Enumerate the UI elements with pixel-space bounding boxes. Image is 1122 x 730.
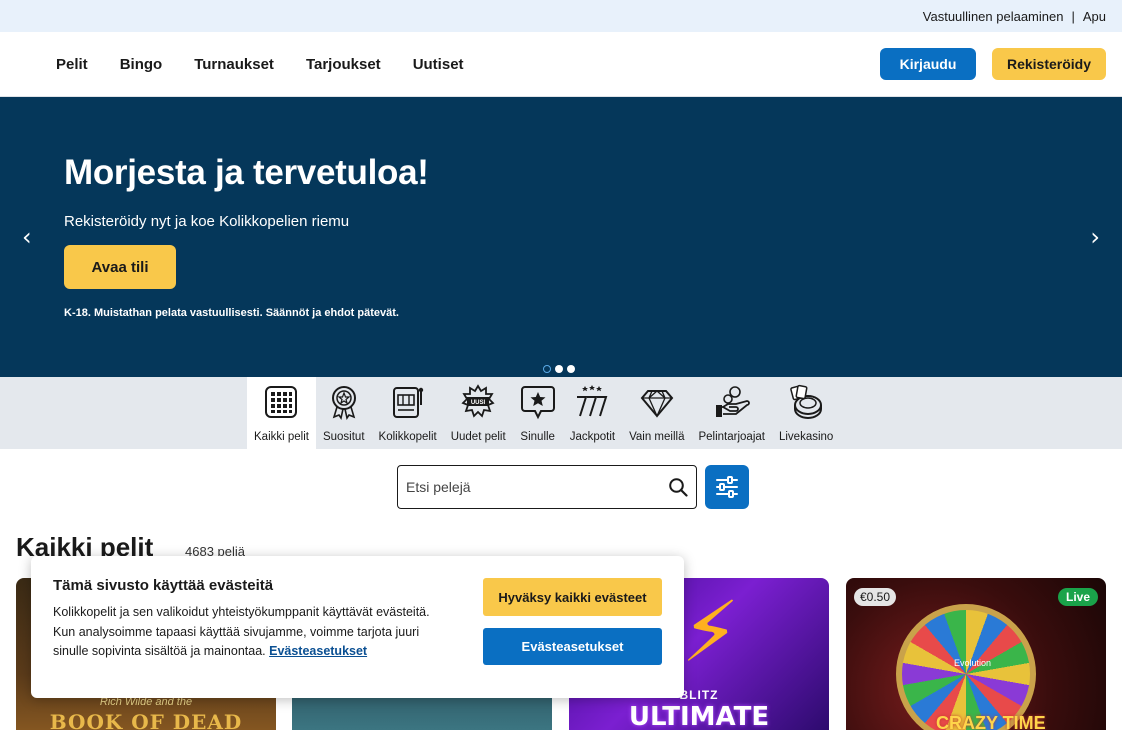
min-bet-badge: €0.50	[854, 588, 897, 606]
lightning-bolt-icon: ⚡	[681, 583, 740, 681]
carousel-next-icon[interactable]: ›	[1090, 223, 1100, 251]
svg-text:UUSI: UUSI	[471, 400, 486, 406]
carousel-dots	[543, 365, 575, 373]
search-box	[397, 465, 697, 509]
award-icon	[331, 386, 356, 421]
cookie-settings-button[interactable]: Evästeasetukset	[483, 628, 662, 665]
tab-popular[interactable]: Suositut	[316, 377, 372, 449]
tab-for-you[interactable]: Sinulle	[513, 377, 563, 449]
tab-jackpots[interactable]: Jackpotit	[563, 377, 622, 449]
hero-banner: ‹ Morjesta ja tervetuloa! Rekisteröidy n…	[0, 97, 1122, 377]
help-link[interactable]: Apu	[1083, 9, 1106, 24]
accept-all-cookies-button[interactable]: Hyväksy kaikki evästeet	[483, 578, 662, 616]
responsible-gaming-link[interactable]: Vastuullinen pelaaminen	[923, 9, 1064, 24]
nav-item-pelit[interactable]: Pelit	[56, 56, 88, 73]
new-badge-icon: UUSI	[461, 384, 495, 418]
tab-label: Uudet pelit	[450, 431, 506, 443]
sliders-icon	[716, 476, 738, 498]
carousel-dot-1[interactable]	[543, 365, 551, 373]
carousel-prev-icon[interactable]: ‹	[22, 223, 32, 251]
cookie-title: Tämä sivusto käyttää evästeitä	[53, 577, 274, 594]
tab-all-games[interactable]: Kaikki pelit	[247, 377, 316, 449]
cookie-consent-dialog: Tämä sivusto käyttää evästeitä Kolikkope…	[31, 556, 684, 698]
carousel-dot-3[interactable]	[567, 365, 575, 373]
main-nav: Pelit Bingo Turnaukset Tarjoukset Uutise…	[56, 56, 496, 73]
nav-item-tarjoukset[interactable]: Tarjoukset	[306, 56, 381, 73]
diamond-icon	[640, 390, 674, 418]
nav-item-bingo[interactable]: Bingo	[120, 56, 163, 73]
tab-slots[interactable]: Kolikkopelit	[372, 377, 444, 449]
tab-label: Livekasino	[778, 431, 834, 443]
tab-providers[interactable]: Pelintarjoajat	[691, 377, 771, 449]
hero-disclaimer: K-18. Muistathan pelata vastuullisesti. …	[64, 307, 399, 319]
open-account-button[interactable]: Avaa tili	[64, 245, 176, 289]
live-badge: Live	[1057, 588, 1098, 606]
game-card-title: BOOK OF DEAD	[49, 710, 243, 730]
search-input[interactable]	[398, 467, 664, 507]
register-button[interactable]: Rekisteröidy	[992, 48, 1106, 80]
slot-machine-icon	[392, 387, 423, 418]
cookie-body: Kolikkopelit ja sen valikoidut yhteistyö…	[53, 605, 430, 658]
nav-item-turnaukset[interactable]: Turnaukset	[194, 56, 274, 73]
utility-bar: Vastuullinen pelaaminen | Apu	[0, 0, 1122, 32]
tab-label: Kaikki pelit	[254, 431, 309, 443]
utility-separator: |	[1071, 8, 1075, 24]
hero-subtitle: Rekisteröidy nyt ja koe Kolikkopelien ri…	[64, 213, 350, 230]
tab-new-games[interactable]: UUSI Uudet pelit	[444, 377, 513, 449]
game-card-title: CRAZY TIME	[936, 713, 1046, 730]
header-actions: Kirjaudu Rekisteröidy	[880, 48, 1106, 80]
tab-label: Suositut	[322, 431, 365, 443]
jackpot-777-icon	[577, 385, 608, 417]
category-bar: Kaikki pelit Suositut Kolikkopelit UUSI …	[0, 377, 1122, 449]
filter-button[interactable]	[705, 465, 749, 509]
game-card-title: ULTIMATE	[628, 702, 770, 730]
roulette-icon	[790, 384, 823, 419]
site-header: Pelit Bingo Turnaukset Tarjoukset Uutise…	[0, 32, 1122, 97]
star-bubble-icon	[520, 386, 555, 420]
game-card-crazy-time[interactable]: €0.50 Live Evolution CRAZY TIME	[846, 578, 1106, 730]
carousel-dot-2[interactable]	[555, 365, 563, 373]
tab-live-casino[interactable]: Livekasino	[772, 377, 840, 449]
hand-coins-icon	[715, 386, 750, 417]
provider-logo: Evolution	[954, 658, 992, 668]
grid-icon	[265, 386, 298, 418]
tab-label: Pelintarjoajat	[698, 431, 765, 443]
tab-label: Kolikkopelit	[378, 431, 437, 443]
search-icon[interactable]	[664, 473, 692, 501]
login-button[interactable]: Kirjaudu	[880, 48, 976, 80]
tab-label: Jackpotit	[569, 431, 616, 443]
cookie-text: Kolikkopelit ja sen valikoidut yhteistyö…	[53, 603, 453, 662]
tab-label: Sinulle	[520, 431, 555, 443]
tab-label: Vain meillä	[629, 431, 685, 443]
category-tabs: Kaikki pelit Suositut Kolikkopelit UUSI …	[247, 377, 840, 449]
hero-title: Morjesta ja tervetuloa!	[64, 153, 429, 192]
cookie-settings-link[interactable]: Evästeasetukset	[269, 644, 367, 658]
tab-exclusive[interactable]: Vain meillä	[622, 377, 691, 449]
nav-item-uutiset[interactable]: Uutiset	[413, 56, 464, 73]
